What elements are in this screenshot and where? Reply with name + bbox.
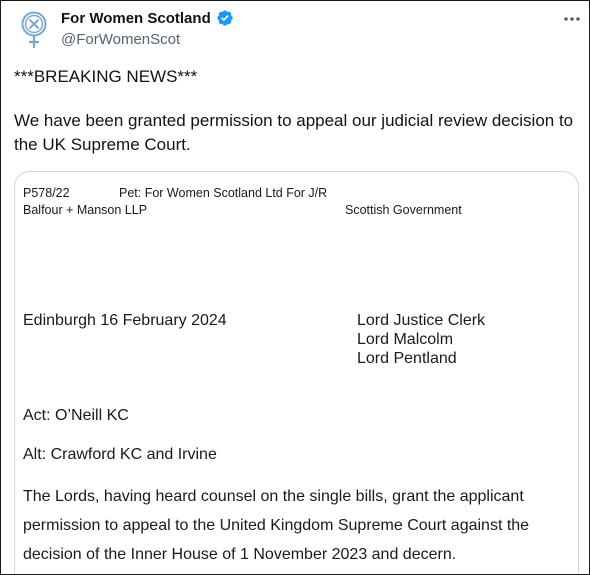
judge-1: Lord Justice Clerk [357,312,486,329]
agent-petitioner: Balfour + Manson LLP [23,203,148,217]
judge-2: Lord Malcolm [357,331,454,348]
more-options-button[interactable] [561,8,583,30]
counsel-act: Act: O’Neill KC [23,407,129,424]
counsel-alt: Alt: Crawford KC and Irvine [23,446,217,463]
tweet-card: For Women Scotland @ForWomenScot ***BREA… [0,0,590,575]
author-name-row[interactable]: For Women Scotland [61,9,234,27]
place-and-date: Edinburgh 16 February 2024 [23,312,227,329]
author-name[interactable]: For Women Scotland [61,10,211,27]
attached-document-image[interactable]: P578/22 Pet: For Women Scotland Ltd For … [14,171,579,574]
venus-crest-icon [21,11,47,48]
court-interlocutor: P578/22 Pet: For Women Scotland Ltd For … [15,172,578,574]
judge-3: Lord Pentland [357,350,457,367]
avatar[interactable] [16,10,54,50]
case-number: P578/22 [23,186,70,200]
verified-badge-icon [217,10,233,26]
agent-respondent: Scottish Government [345,203,462,217]
tweet-text: ***BREAKING NEWS*** We have been granted… [14,65,579,157]
tweet-headline: ***BREAKING NEWS*** [14,67,198,86]
tweet-body: We have been granted permission to appea… [14,111,574,154]
author-handle[interactable]: @ForWomenScot [61,31,180,48]
interlocutor-text: The Lords, having heard counsel on the s… [23,488,530,563]
petition-title: Pet: For Women Scotland Ltd For J/R [119,186,328,200]
more-options-icon [564,17,580,21]
